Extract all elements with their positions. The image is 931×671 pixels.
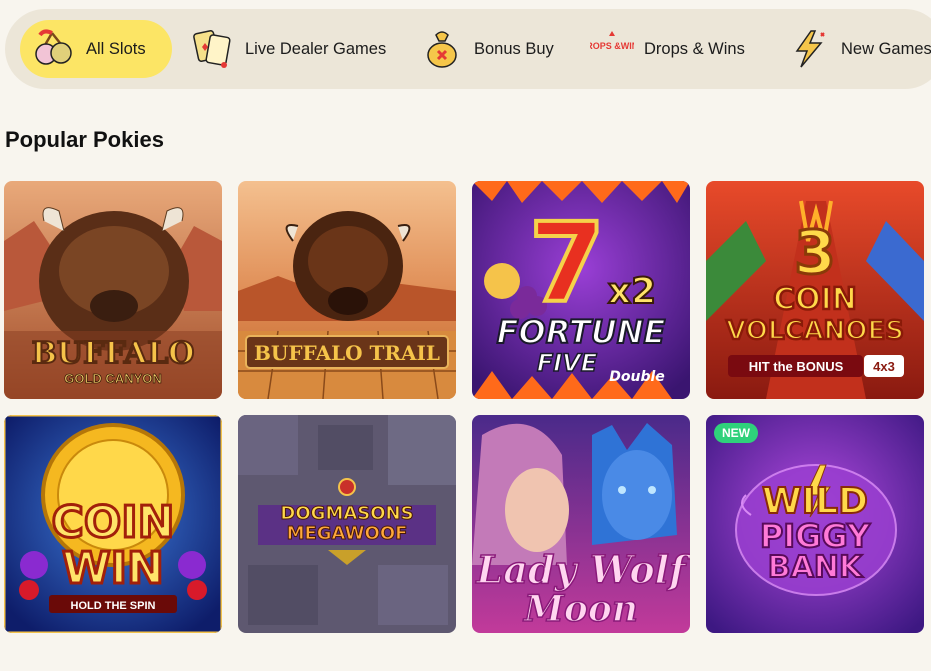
game-tag: HIT the BONUS: [749, 359, 844, 374]
game-title: COIN: [773, 282, 857, 317]
game-extra: BANK: [768, 550, 864, 585]
game-badge-number: 7: [529, 199, 606, 327]
tab-label: New Games: [841, 39, 931, 58]
tab-label: Live Dealer Games: [245, 39, 387, 58]
game-thumbnail: BUFFALO TRAIL: [238, 181, 456, 399]
game-title: COIN: [52, 497, 175, 548]
playing-cards-icon: [193, 30, 231, 68]
game-card-3-coin-volcanoes[interactable]: 3 COIN VOLCANOES HIT the BONUS 4x3: [706, 181, 924, 399]
game-extra: Double: [609, 369, 665, 385]
game-thumbnail: DOGMASONS MEGAWOOF: [238, 415, 456, 633]
game-card-dogmasons-megawoof[interactable]: DOGMASONS MEGAWOOF: [238, 415, 456, 633]
tab-live-dealer-games[interactable]: Live Dealer Games: [191, 20, 401, 78]
game-subtitle: FIVE: [537, 349, 598, 377]
game-tag-value: 4x3: [873, 359, 895, 374]
game-subtitle: WIN: [62, 543, 164, 594]
category-tab-bar: All Slots Live Dealer Games Bonus Buy DR…: [5, 9, 931, 89]
tab-drops-wins[interactable]: DROPS &WINS Drops & Wins: [590, 20, 765, 78]
game-card-buffalo-trail[interactable]: BUFFALO TRAIL: [238, 181, 456, 399]
game-thumbnail: COIN WIN HOLD THE SPIN: [4, 415, 222, 633]
drops-wins-icon: DROPS &WINS: [590, 31, 634, 51]
tab-label: Drops & Wins: [644, 39, 745, 58]
game-tag: HOLD THE SPIN: [71, 600, 156, 612]
drops-wins-icon-text: DROPS &WINS: [590, 41, 634, 51]
game-title: BUFFALO TRAIL: [254, 341, 440, 365]
game-title: Lady Wolf: [476, 547, 690, 592]
game-card-fortune-five-double[interactable]: 7 x2 FORTUNE FIVE Double: [472, 181, 690, 399]
lightning-icon: [795, 30, 825, 68]
game-thumbnail: Lady Wolf Moon: [472, 415, 690, 633]
tab-all-slots[interactable]: All Slots: [20, 20, 172, 78]
tab-new-games[interactable]: New Games: [787, 20, 931, 78]
game-card-lady-wolf-moon[interactable]: Lady Wolf Moon: [472, 415, 690, 633]
game-subtitle: MEGAWOOF: [287, 523, 408, 544]
tab-label: Bonus Buy: [474, 39, 554, 58]
game-title: WILD: [762, 481, 868, 522]
game-card-coin-win[interactable]: COIN WIN HOLD THE SPIN: [4, 415, 222, 633]
game-subtitle: VOLCANOES: [726, 316, 904, 346]
section-title: Popular Pokies: [5, 127, 164, 152]
game-subtitle: Moon: [522, 588, 638, 630]
money-bag-icon: [427, 31, 457, 68]
game-card-buffalo-gold-canyon[interactable]: BUFFALO GOLD CANYON: [4, 181, 222, 399]
game-thumbnail: 7 x2 FORTUNE FIVE Double: [472, 181, 690, 399]
new-badge: NEW: [714, 423, 758, 443]
game-number: 3: [794, 218, 836, 288]
game-thumbnail: WILD PIGGY BANK: [706, 415, 924, 633]
tab-bonus-buy[interactable]: Bonus Buy: [420, 20, 570, 78]
game-title: DOGMASONS: [280, 503, 413, 524]
game-subtitle: GOLD CANYON: [64, 371, 162, 386]
cherries-icon: [35, 29, 72, 65]
game-thumbnail: BUFFALO GOLD CANYON: [4, 181, 222, 399]
game-multiplier: x2: [608, 271, 656, 312]
game-title: BUFFALO: [32, 336, 195, 371]
game-card-wild-piggy-bank[interactable]: WILD PIGGY BANK NEW: [706, 415, 924, 633]
game-title: FORTUNE: [497, 313, 666, 351]
tab-label: All Slots: [86, 39, 146, 58]
game-thumbnail: 3 COIN VOLCANOES HIT the BONUS 4x3: [706, 181, 924, 399]
